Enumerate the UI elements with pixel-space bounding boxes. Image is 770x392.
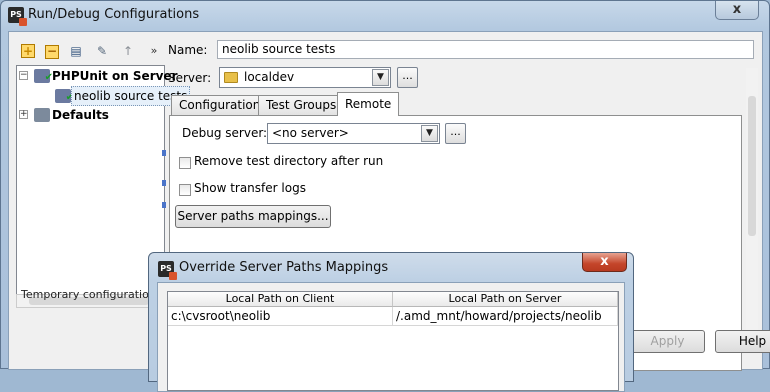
folder-icon [224, 72, 238, 83]
debug-server-label: Debug server: [182, 126, 268, 140]
more-actions-button[interactable]: » [145, 43, 163, 59]
collapse-icon[interactable]: − [19, 71, 28, 80]
popup-close-button[interactable]: x [582, 253, 627, 272]
tree-item-neolib-source-tests[interactable]: neolib source tests [17, 86, 191, 107]
minus-icon: − [45, 44, 59, 59]
server-path-cell[interactable]: /.amd_mnt/howard/projects/neolib [393, 307, 618, 326]
tree-item-phpunit-on-server[interactable]: − PHPUnit on Server [17, 67, 178, 87]
move-up-button[interactable]: ↑ [119, 43, 137, 59]
phpunit-config-icon [55, 89, 74, 107]
server-select[interactable]: localdev ▼ [219, 67, 391, 88]
server-label: Server: [168, 71, 212, 85]
debug-server-browse-button[interactable]: ... [445, 123, 466, 144]
chevron-down-icon[interactable]: ▼ [421, 125, 438, 142]
window-title: Run/Debug Configurations [28, 7, 200, 22]
expand-icon[interactable]: + [19, 110, 28, 119]
column-header-server[interactable]: Local Path on Server [393, 292, 618, 307]
defaults-icon [34, 108, 50, 122]
path-mappings-table[interactable]: Local Path on Client Local Path on Serve… [167, 291, 619, 391]
tab-configuration[interactable]: Configuration [171, 95, 269, 115]
remove-test-directory-label[interactable]: Remove test directory after run [194, 154, 383, 168]
popup-title-bar[interactable]: PS Override Server Paths Mappings x [149, 253, 633, 281]
name-label: Name: [168, 43, 208, 57]
title-bar[interactable]: PS Run/Debug Configurations x [1, 1, 769, 29]
server-browse-button[interactable]: ... [397, 67, 418, 88]
tree-item-defaults[interactable]: + Defaults [17, 106, 164, 124]
apply-button[interactable]: Apply [630, 330, 705, 353]
tree-item-label: Defaults [52, 108, 109, 122]
remove-configuration-button[interactable]: − [43, 43, 61, 59]
phpstorm-app-icon: PS [158, 261, 177, 280]
configuration-tree[interactable]: − PHPUnit on Server neolib source tests … [16, 65, 191, 307]
edit-defaults-button[interactable]: ✎ [93, 43, 111, 59]
override-paths-dialog: PS Override Server Paths Mappings x Loca… [148, 252, 634, 392]
chevron-down-icon[interactable]: ▼ [372, 69, 389, 86]
help-button[interactable]: Help [715, 330, 770, 353]
name-field[interactable]: neolib source tests [217, 40, 754, 59]
popup-title: Override Server Paths Mappings [179, 260, 389, 275]
column-header-client[interactable]: Local Path on Client [168, 292, 393, 307]
tab-test-groups[interactable]: Test Groups [258, 95, 345, 115]
show-transfer-logs-label[interactable]: Show transfer logs [194, 181, 306, 195]
scroll-thumb[interactable] [748, 96, 756, 236]
plus-icon: + [21, 44, 35, 58]
show-transfer-logs-checkbox[interactable] [179, 184, 191, 196]
server-select-value: localdev [244, 70, 295, 84]
phpstorm-app-icon: PS [8, 7, 27, 26]
phpunit-icon [34, 69, 53, 87]
server-paths-mappings-button[interactable]: Server paths mappings... [175, 205, 331, 228]
add-configuration-button[interactable]: + [19, 43, 37, 59]
tab-remote[interactable]: Remote [337, 92, 400, 116]
settings-vertical-scrollbar[interactable] [746, 68, 758, 330]
remove-test-directory-checkbox[interactable] [179, 157, 191, 169]
copy-configuration-button[interactable]: ▤ [67, 43, 85, 59]
popup-client-area: Local Path on Client Local Path on Serve… [157, 282, 625, 392]
debug-server-value: <no server> [272, 126, 349, 140]
debug-server-select[interactable]: <no server> ▼ [267, 123, 440, 144]
splitter-handle[interactable] [161, 142, 167, 232]
close-button[interactable]: x [715, 1, 759, 20]
client-path-cell[interactable]: c:\cvsroot\neolib [168, 307, 393, 326]
tree-item-label: PHPUnit on Server [52, 69, 178, 83]
